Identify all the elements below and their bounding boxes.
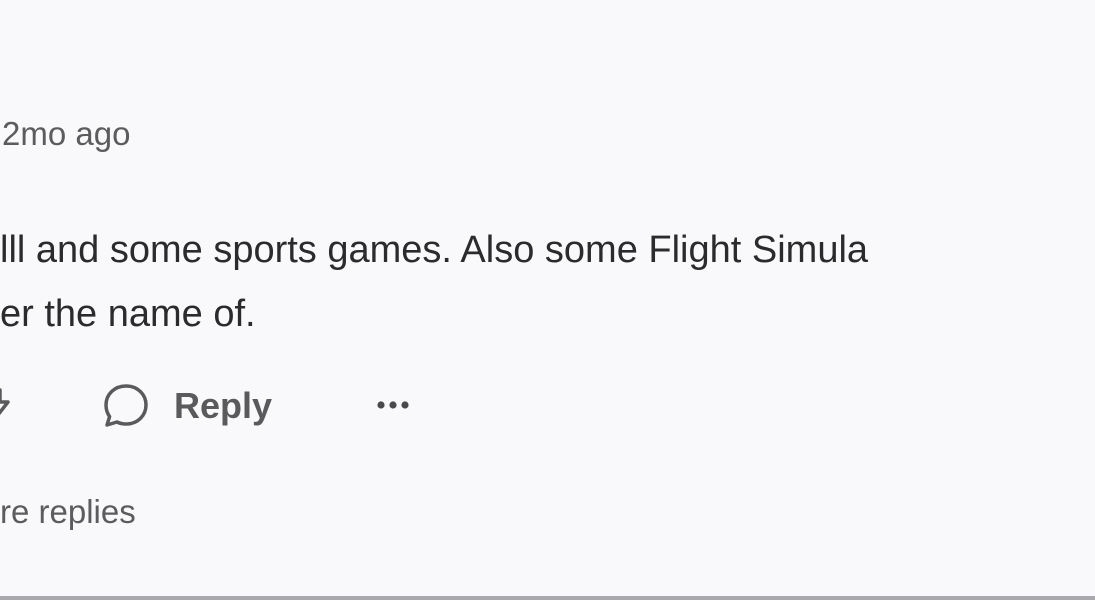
divider <box>0 596 1095 600</box>
speech-bubble-icon <box>100 380 152 432</box>
reply-label: Reply <box>174 385 273 426</box>
ellipsis-icon <box>375 397 411 415</box>
more-options-button[interactable] <box>372 388 414 424</box>
comment-body-line: er the name of. <box>0 293 256 335</box>
reply-button[interactable]: Reply <box>100 378 272 434</box>
comment-action-bar: Reply <box>0 378 600 434</box>
comment-body: lll and some sports games. Also some Fli… <box>0 218 868 346</box>
more-replies-link[interactable]: re replies <box>0 490 136 534</box>
downvote-arrow-icon[interactable] <box>0 384 26 428</box>
comment-timestamp[interactable]: 2mo ago <box>2 114 130 154</box>
comment-body-line: lll and some sports games. Also some Fli… <box>0 229 869 271</box>
comment: 2mo ago lll and some sports games. Also … <box>0 0 1095 600</box>
